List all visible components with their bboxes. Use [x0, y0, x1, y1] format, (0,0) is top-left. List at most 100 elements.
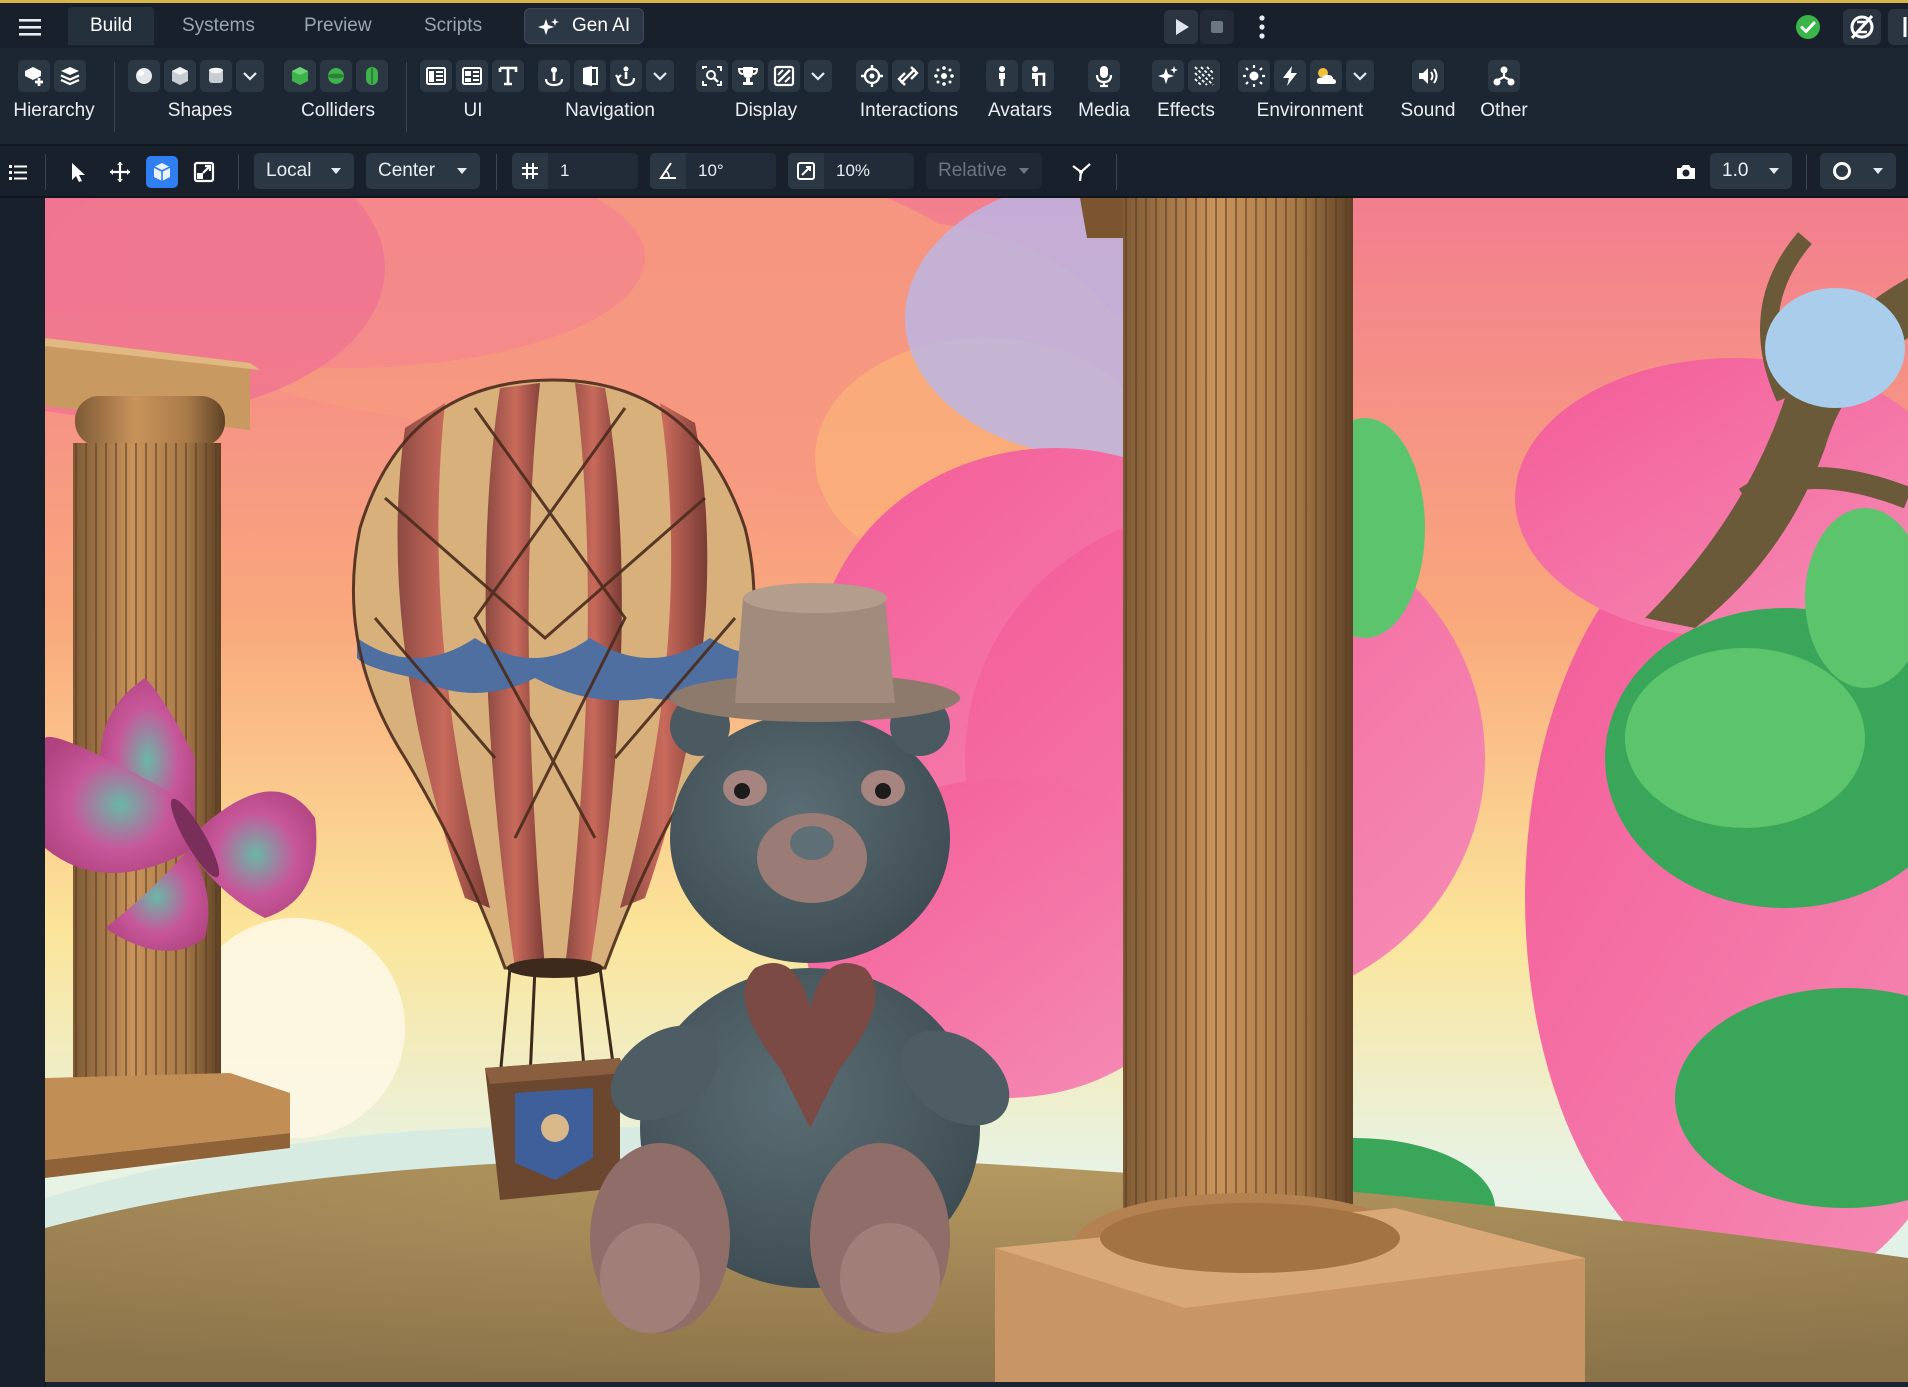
camera-speed-dropdown[interactable]: 1.0 — [1710, 153, 1792, 189]
particle-emitter-icon[interactable] — [928, 60, 960, 92]
extra-toolbar-button[interactable] — [1888, 9, 1908, 45]
scale-snap-value: 10% — [836, 161, 871, 180]
group-display[interactable]: Display — [694, 48, 840, 144]
sphere-shape-icon[interactable] — [128, 60, 160, 92]
toolbar-divider — [1806, 154, 1807, 190]
scale-snap-field[interactable]: 10% — [788, 153, 914, 189]
shapes-more-dropdown[interactable] — [236, 60, 264, 92]
play-button[interactable] — [1164, 10, 1198, 44]
box-collider-icon[interactable] — [284, 60, 316, 92]
group-label-ui: UI — [463, 100, 483, 121]
sun-light-icon[interactable] — [1238, 60, 1270, 92]
nodes-icon[interactable] — [1488, 60, 1520, 92]
lightning-icon[interactable] — [1274, 60, 1306, 92]
shading-circle-icon — [1833, 162, 1851, 180]
pivot-value: Center — [378, 160, 436, 181]
rain-effect-icon[interactable] — [1188, 60, 1220, 92]
group-label-shapes: Shapes — [167, 100, 233, 121]
tab-scripts[interactable]: Scripts — [402, 7, 504, 45]
display-more-dropdown[interactable] — [804, 60, 832, 92]
spawn-point-icon[interactable] — [538, 60, 570, 92]
grid-icon — [512, 153, 548, 189]
tab-build[interactable]: Build — [68, 7, 154, 45]
ui-panel-icon[interactable] — [420, 60, 452, 92]
render-mode-dropdown[interactable] — [1820, 153, 1896, 189]
grid-snap-field[interactable]: 1 — [512, 153, 638, 189]
group-shapes[interactable]: Shapes — [126, 48, 276, 144]
scene-render — [45, 198, 1908, 1382]
group-sound[interactable]: Sound — [1401, 48, 1466, 144]
group-ui[interactable]: UI — [418, 48, 528, 144]
toolbar-divider — [1116, 154, 1117, 190]
group-colliders[interactable]: Colliders — [282, 48, 398, 144]
snap-mode-value: Relative — [938, 160, 1007, 181]
cube-shape-icon[interactable] — [164, 60, 196, 92]
npc-avatar-icon[interactable] — [986, 60, 1018, 92]
group-avatars[interactable]: Avatars — [984, 48, 1060, 144]
toolbar-divider — [238, 154, 239, 190]
navigation-more-dropdown[interactable] — [646, 60, 674, 92]
sphere-collider-icon[interactable] — [320, 60, 352, 92]
caret-down-icon — [1769, 168, 1779, 174]
stop-button[interactable] — [1200, 10, 1234, 44]
trigger-zone-icon[interactable] — [856, 60, 888, 92]
group-interactions[interactable]: Interactions — [854, 48, 966, 144]
list-view-icon[interactable] — [2, 156, 34, 188]
group-label-navigation: Navigation — [565, 100, 655, 121]
sparkle-icon — [537, 17, 561, 37]
avatar-pose-icon[interactable] — [1022, 60, 1054, 92]
caret-down-icon — [457, 168, 467, 174]
image-display-icon[interactable] — [768, 60, 800, 92]
component-ribbon: Hierarchy Shapes Colliders UI Navigation — [0, 48, 1908, 146]
surface-snap-icon[interactable] — [1066, 156, 1098, 188]
toolbar-divider — [45, 154, 46, 190]
layers-icon[interactable] — [54, 60, 86, 92]
teleport-icon[interactable] — [610, 60, 642, 92]
camera-icon[interactable] — [1670, 156, 1702, 188]
sparkles-icon[interactable] — [1152, 60, 1184, 92]
group-label-other: Other — [1480, 100, 1528, 121]
tab-preview[interactable]: Preview — [282, 7, 394, 45]
hamburger-icon[interactable] — [14, 11, 46, 43]
move-tool-icon[interactable] — [104, 156, 136, 188]
sync-off-button[interactable] — [1843, 9, 1881, 45]
rotate-tool-icon[interactable] — [146, 156, 178, 188]
group-media[interactable]: Media — [1078, 48, 1140, 144]
tab-gen-ai[interactable]: Gen AI — [524, 8, 644, 44]
trophy-icon[interactable] — [732, 60, 764, 92]
speaker-icon[interactable] — [1412, 60, 1444, 92]
group-label-display: Display — [734, 100, 798, 121]
scale-snap-icon — [788, 153, 824, 189]
space-dropdown[interactable]: Local — [254, 153, 354, 189]
pivot-dropdown[interactable]: Center — [366, 153, 480, 189]
group-navigation[interactable]: Navigation — [536, 48, 684, 144]
select-tool-icon[interactable] — [62, 156, 94, 188]
group-other[interactable]: Other — [1480, 48, 1542, 144]
left-panel-strip — [0, 198, 46, 1387]
check-circle-icon — [1795, 14, 1821, 40]
kebab-icon[interactable] — [1256, 13, 1268, 41]
environment-more-dropdown[interactable] — [1346, 60, 1374, 92]
group-environment[interactable]: Environment — [1236, 48, 1384, 144]
cylinder-shape-icon[interactable] — [200, 60, 232, 92]
display-board-icon[interactable] — [696, 60, 728, 92]
ribbon-divider — [114, 62, 115, 132]
group-effects[interactable]: Effects — [1150, 48, 1226, 144]
scene-viewport[interactable] — [45, 198, 1908, 1382]
scale-tool-icon[interactable] — [188, 156, 220, 188]
ui-layout-icon[interactable] — [456, 60, 488, 92]
capsule-collider-icon[interactable] — [356, 60, 388, 92]
rotate-snap-field[interactable]: 10° — [650, 153, 776, 189]
camera-speed-value: 1.0 — [1722, 160, 1749, 181]
snap-mode-dropdown[interactable]: Relative — [926, 153, 1042, 189]
microphone-icon[interactable] — [1088, 60, 1120, 92]
tab-systems[interactable]: Systems — [160, 7, 277, 45]
text-icon[interactable] — [492, 60, 524, 92]
grab-link-icon[interactable] — [892, 60, 924, 92]
rotate-snap-value: 10° — [698, 161, 724, 180]
caret-down-icon — [331, 168, 341, 174]
add-object-icon[interactable] — [18, 60, 50, 92]
door-icon[interactable] — [574, 60, 606, 92]
group-hierarchy[interactable]: Hierarchy — [0, 48, 112, 144]
sky-weather-icon[interactable] — [1310, 60, 1342, 92]
